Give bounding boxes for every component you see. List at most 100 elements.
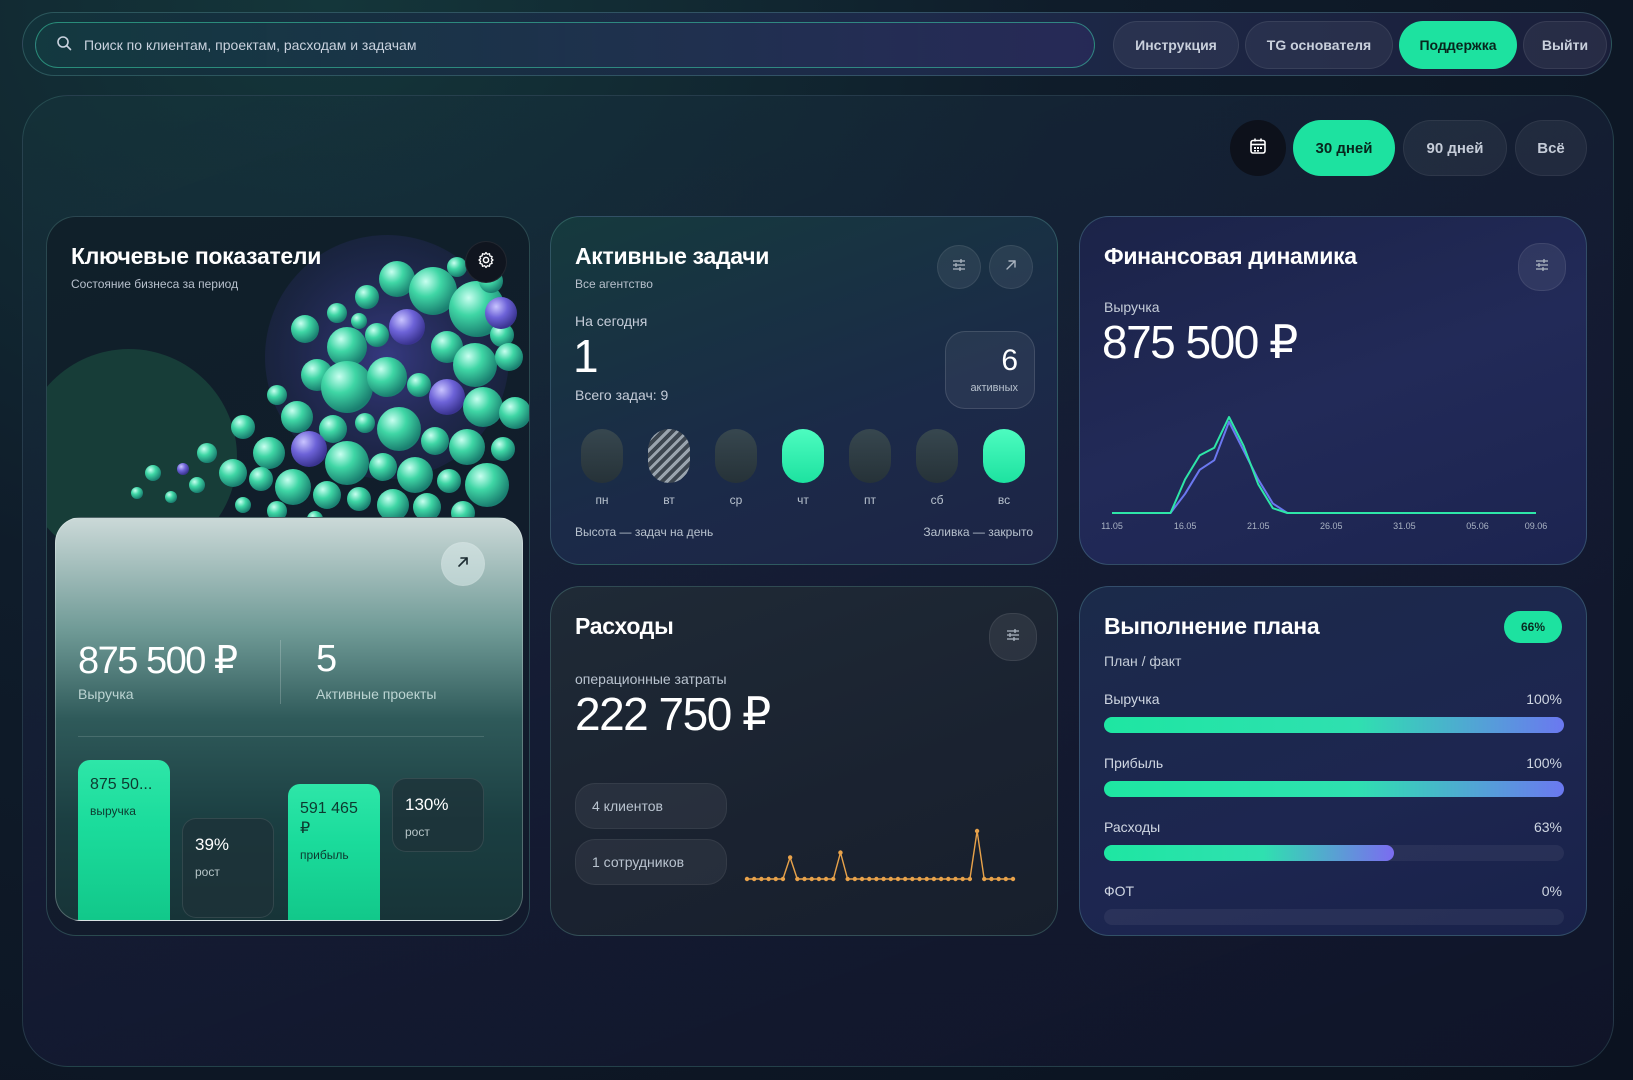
financial-dynamics-card: Финансовая динамика Выручка 875 500 ₽ 11… bbox=[1079, 216, 1587, 565]
sliders-icon bbox=[951, 257, 967, 278]
finance-x-tick: 21.05 bbox=[1247, 521, 1270, 531]
bubble-decoration bbox=[465, 463, 509, 507]
expenses-point bbox=[989, 876, 994, 882]
kpi-bar-profit-growth: 130% рост bbox=[392, 778, 484, 852]
bubble-decoration bbox=[463, 387, 503, 427]
bubble-decoration bbox=[291, 431, 327, 467]
search-icon bbox=[56, 35, 72, 56]
support-button[interactable]: Поддержка bbox=[1399, 21, 1517, 69]
day-label: ср bbox=[729, 493, 743, 507]
top-bar: Инструкция TG основателя Поддержка Выйти bbox=[22, 12, 1612, 76]
plan-row-label: Расходы bbox=[1104, 819, 1161, 835]
bubble-decoration bbox=[377, 407, 421, 451]
expenses-point bbox=[946, 876, 951, 882]
plan-row-percent: 0% bbox=[1541, 883, 1562, 899]
plan-subtitle: План / факт bbox=[1104, 653, 1182, 669]
day-label: чт bbox=[797, 493, 809, 507]
expenses-point bbox=[881, 876, 886, 882]
kpi-projects-label: Активные проекты bbox=[316, 686, 437, 702]
kpi-bar-label: выручка bbox=[90, 804, 136, 818]
kpi-bar-value: 130% bbox=[405, 795, 449, 814]
bubble-decoration bbox=[437, 469, 461, 493]
plan-title: Выполнение плана bbox=[1104, 613, 1320, 639]
plan-completion-card: Выполнение плана 66% План / факт Выручка… bbox=[1079, 586, 1587, 936]
day-bar-4 bbox=[849, 429, 891, 483]
bubble-decoration bbox=[347, 487, 371, 511]
logout-button[interactable]: Выйти bbox=[1523, 21, 1607, 69]
bubble-decoration bbox=[491, 437, 515, 461]
instructions-button[interactable]: Инструкция bbox=[1113, 21, 1239, 69]
bubble-decoration bbox=[351, 313, 367, 329]
expenses-point bbox=[982, 876, 987, 882]
bubble-decoration bbox=[321, 361, 373, 413]
bubble-decoration bbox=[219, 459, 247, 487]
arrow-up-right-icon bbox=[1005, 258, 1017, 276]
kpi-bar-value: 591 465 ₽ bbox=[300, 800, 358, 837]
bubble-decoration bbox=[253, 437, 285, 469]
expenses-point bbox=[910, 876, 915, 882]
range-30-days-button[interactable]: 30 дней bbox=[1293, 120, 1395, 176]
finance-x-tick: 16.05 bbox=[1174, 521, 1197, 531]
finance-x-tick: 31.05 bbox=[1393, 521, 1416, 531]
day-label: вс bbox=[997, 493, 1011, 507]
expenses-point bbox=[874, 876, 879, 882]
expenses-point bbox=[795, 876, 800, 882]
finance-x-tick: 05.06 bbox=[1466, 521, 1489, 531]
plan-row-percent: 63% bbox=[1533, 819, 1562, 835]
search-input[interactable] bbox=[84, 37, 1064, 53]
kpi-bar-value: 875 50... bbox=[90, 776, 153, 793]
search-bar[interactable] bbox=[35, 22, 1095, 68]
active-tasks-card: Активные задачи Все агентство На сегодня… bbox=[550, 216, 1058, 565]
expenses-point bbox=[852, 876, 858, 882]
settings-button[interactable] bbox=[465, 241, 507, 283]
range-all-button[interactable]: Всё bbox=[1515, 120, 1587, 176]
bubble-decoration bbox=[145, 465, 161, 481]
expenses-point bbox=[780, 876, 786, 882]
active-count-value: 6 bbox=[1001, 344, 1018, 377]
plan-row-percent: 100% bbox=[1526, 755, 1562, 771]
expenses-point bbox=[831, 876, 836, 882]
expenses-point bbox=[953, 876, 958, 882]
calendar-button[interactable] bbox=[1230, 120, 1286, 176]
finance-x-tick: 26.05 bbox=[1320, 521, 1343, 531]
kpi-bar-label: прибыль bbox=[300, 848, 349, 862]
day-bar-3 bbox=[782, 429, 824, 483]
plan-row-label: Выручка bbox=[1104, 691, 1160, 707]
expenses-point bbox=[816, 876, 822, 882]
tasks-today-label: На сегодня bbox=[575, 313, 648, 329]
expenses-point bbox=[838, 850, 843, 855]
finance-line-chart: 11.05 16.05 21.05 26.05 31.05 05.06 09.06 bbox=[1101, 416, 1548, 531]
expenses-point bbox=[1003, 876, 1009, 882]
bubble-decoration bbox=[485, 297, 517, 329]
range-90-days-button[interactable]: 90 дней bbox=[1403, 120, 1507, 176]
expenses-point bbox=[759, 876, 764, 882]
active-count-box: 6 активных bbox=[945, 331, 1035, 409]
kpi-bar-profit: 591 465 ₽ прибыль bbox=[288, 784, 380, 920]
kpi-bar-value: 39% bbox=[195, 835, 230, 854]
tasks-filter-button[interactable] bbox=[937, 245, 981, 289]
bubble-decoration bbox=[367, 357, 407, 397]
bubble-decoration bbox=[165, 491, 177, 503]
tasks-open-button[interactable] bbox=[989, 245, 1033, 289]
finance-x-tick: 09.06 bbox=[1525, 521, 1548, 531]
expenses-point bbox=[845, 876, 850, 882]
founder-tg-button[interactable]: TG основателя bbox=[1245, 21, 1393, 69]
plan-row-label: Прибыль bbox=[1104, 755, 1164, 771]
plan-progress-fill bbox=[1104, 781, 1564, 797]
plan-progress-track bbox=[1104, 717, 1564, 733]
bubble-decoration bbox=[177, 463, 189, 475]
tasks-today-value: 1 bbox=[573, 330, 599, 382]
open-kpi-button[interactable] bbox=[441, 542, 485, 586]
bubble-decoration bbox=[197, 443, 217, 463]
expenses-point bbox=[902, 876, 908, 882]
expenses-point bbox=[888, 876, 893, 882]
kpi-separator bbox=[78, 736, 484, 737]
expenses-point bbox=[802, 876, 807, 882]
kpi-bar-label: рост bbox=[405, 825, 430, 839]
bubble-decoration bbox=[429, 379, 465, 415]
bubble-decoration bbox=[267, 385, 287, 405]
bubble-decoration bbox=[281, 401, 313, 433]
kpi-summary-panel: 875 500 ₽ Выручка 5 Активные проекты 875… bbox=[55, 517, 523, 921]
plan-row-label: ФОТ bbox=[1104, 883, 1135, 899]
bubble-decoration bbox=[495, 343, 523, 371]
